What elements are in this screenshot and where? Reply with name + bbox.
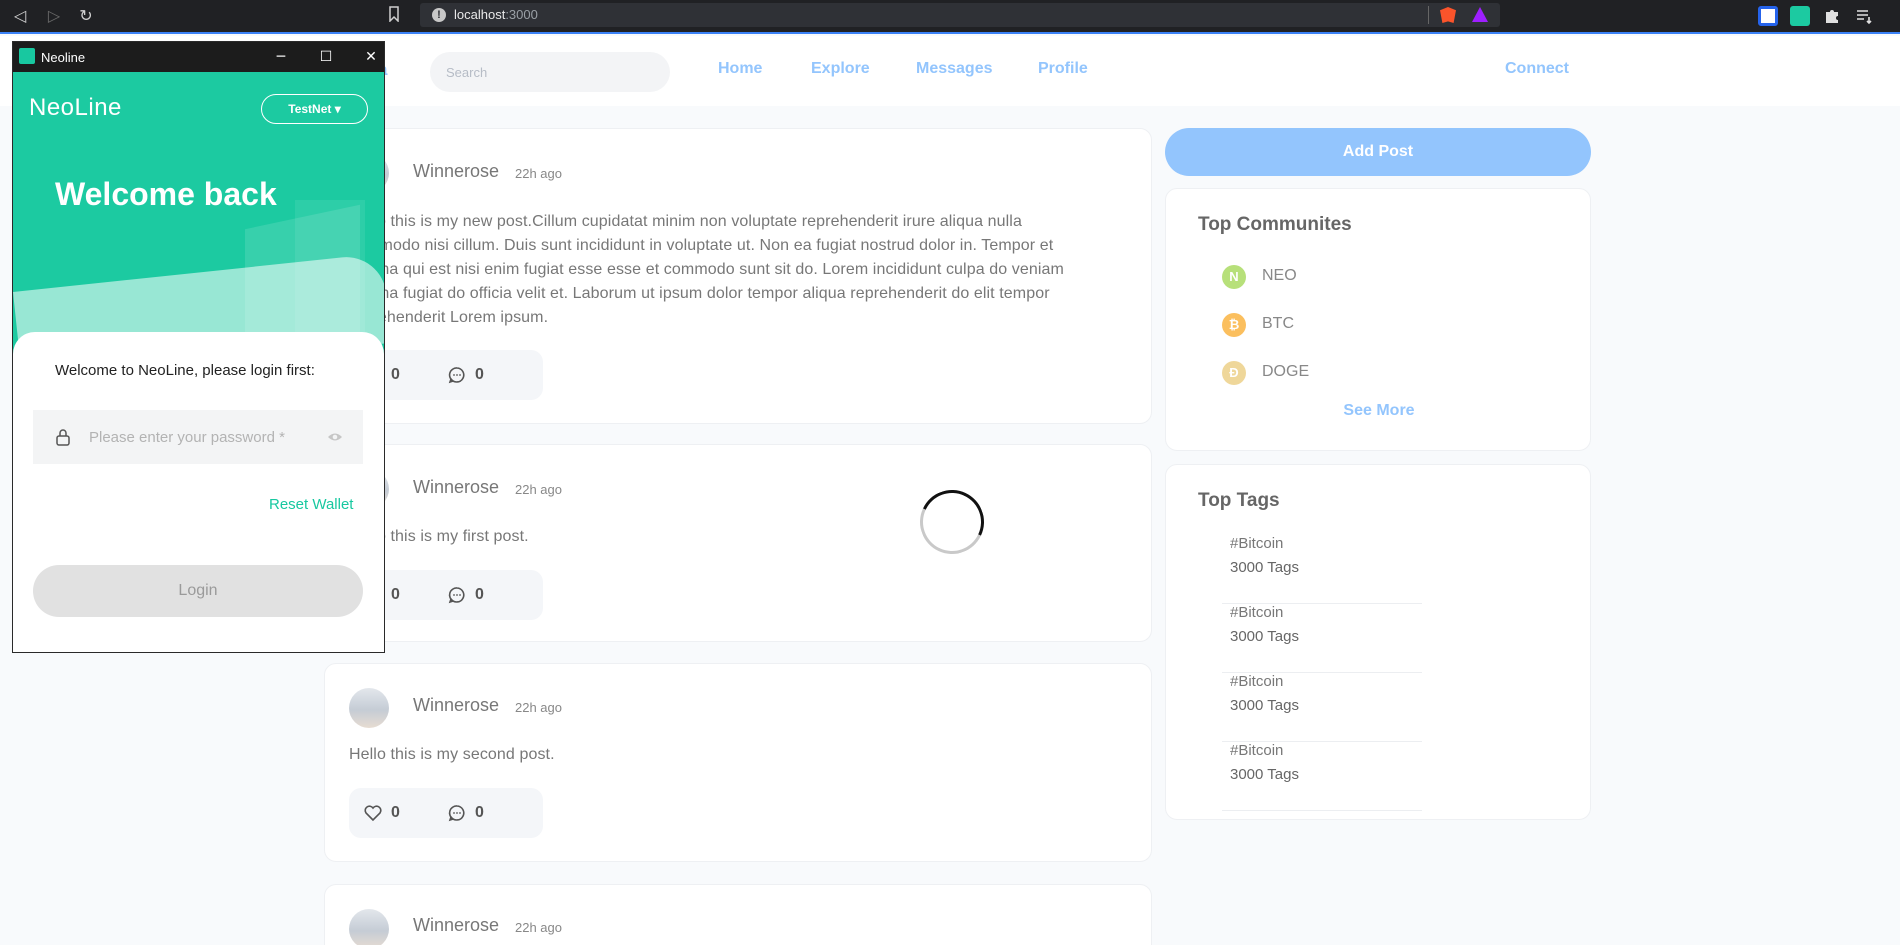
tag-name: #Bitcoin (1230, 673, 1284, 690)
tags-title: Top Tags (1198, 490, 1280, 511)
tag-count: 3000 Tags (1230, 697, 1299, 714)
login-prompt: Welcome to NeoLine, please login first: (55, 362, 315, 379)
post-time: 22h ago (515, 482, 562, 497)
see-more-link[interactable]: See More (1166, 402, 1592, 420)
divider (1428, 6, 1429, 24)
puzzle-icon[interactable] (1822, 6, 1842, 26)
lock-icon (56, 429, 70, 446)
post-card: Winnerose 22h ago Hello this is my secon… (324, 663, 1152, 862)
extension-icon[interactable] (1758, 6, 1778, 26)
tag-item[interactable]: #Bitcoin 3000 Tags (1222, 673, 1422, 742)
like-count: 0 (391, 586, 400, 603)
comment-icon[interactable] (447, 585, 467, 605)
btc-coin-icon: ₿ (1222, 313, 1246, 337)
post-actions: 0 0 (349, 788, 543, 838)
post-author[interactable]: Winnerose (413, 161, 499, 182)
tag-item[interactable]: #Bitcoin 3000 Tags (1222, 742, 1422, 811)
like-count: 0 (391, 804, 400, 821)
address-bar[interactable]: ! localhost:3000 (420, 3, 1500, 27)
brave-rewards-icon[interactable] (1472, 7, 1488, 22)
comment-count: 0 (475, 366, 484, 383)
comment-icon[interactable] (447, 365, 467, 385)
nav-home[interactable]: Home (718, 60, 762, 78)
top-tags-card: Top Tags #Bitcoin 3000 Tags #Bitcoin 300… (1165, 464, 1591, 820)
tag-count: 3000 Tags (1230, 628, 1299, 645)
post-body: Hello this is my first post. (349, 528, 529, 545)
add-post-button[interactable]: Add Post (1165, 128, 1591, 176)
heart-icon[interactable] (363, 803, 383, 823)
tag-count: 3000 Tags (1230, 766, 1299, 783)
popup-title: Neoline (41, 50, 86, 65)
password-input[interactable] (89, 410, 329, 464)
reload-icon[interactable]: ↻ (76, 6, 96, 26)
popup-hero: NeoLine TestNet ▾ Welcome back (13, 72, 384, 362)
communities-title: Top Communites (1198, 214, 1352, 235)
post-card: Winnerose 22h ago (324, 884, 1152, 945)
community-item-doge[interactable]: DOGE (1262, 363, 1309, 381)
reading-list-icon[interactable] (1854, 6, 1874, 26)
forward-icon[interactable]: ▷ (44, 6, 64, 26)
bookmark-icon[interactable] (388, 6, 406, 26)
nav-profile[interactable]: Profile (1038, 60, 1088, 78)
eye-icon[interactable] (327, 430, 343, 444)
password-field[interactable] (33, 410, 363, 464)
post-body: Hello this is my new post.Cillum cupidat… (349, 213, 1064, 326)
browser-toolbar: ◁ ▷ ↻ ! localhost:3000 (0, 0, 1900, 34)
neoline-app-icon (19, 48, 35, 64)
comment-count: 0 (475, 586, 484, 603)
login-panel: Welcome to NeoLine, please login first: … (13, 332, 384, 652)
nav-explore[interactable]: Explore (811, 60, 870, 78)
comment-count: 0 (475, 804, 484, 821)
network-select[interactable]: TestNet ▾ (261, 94, 368, 124)
site-info-icon[interactable]: ! (432, 8, 446, 22)
post-card: Winnerose 22h ago Hello this is my new p… (324, 128, 1152, 424)
tag-name: #Bitcoin (1230, 604, 1284, 621)
comment-icon[interactable] (447, 803, 467, 823)
search-input[interactable] (430, 52, 670, 92)
maximize-icon[interactable]: ☐ (304, 45, 348, 69)
post-card: Winnerose 22h ago Hello this is my first… (324, 444, 1152, 642)
neoline-popup-window: Neoline ─ ☐ ✕ NeoLine TestNet ▾ Welcome … (12, 41, 385, 653)
minimize-icon[interactable]: ─ (259, 45, 303, 69)
like-count: 0 (391, 366, 400, 383)
community-item-btc[interactable]: BTC (1262, 315, 1294, 333)
welcome-heading: Welcome back (55, 176, 277, 212)
reset-wallet-link[interactable]: Reset Wallet (269, 496, 353, 513)
community-item-neo[interactable]: NEO (1262, 267, 1297, 285)
post-time: 22h ago (515, 166, 562, 181)
tag-item[interactable]: #Bitcoin 3000 Tags (1222, 535, 1422, 604)
tag-count: 3000 Tags (1230, 559, 1299, 576)
neo-coin-icon: N (1222, 265, 1246, 289)
url-text[interactable]: localhost:3000 (454, 7, 538, 22)
post-author[interactable]: Winnerose (413, 695, 499, 716)
doge-coin-icon: Ð (1222, 361, 1246, 385)
neoline-extension-icon[interactable] (1790, 6, 1810, 26)
post-author[interactable]: Winnerose (413, 915, 499, 936)
connect-button[interactable]: Connect (1505, 60, 1569, 78)
login-button[interactable]: Login (33, 565, 363, 617)
tag-item[interactable]: #Bitcoin 3000 Tags (1222, 604, 1422, 673)
top-communities-card: Top Communites N NEO ₿ BTC Ð DOGE See Mo… (1165, 188, 1591, 451)
tag-name: #Bitcoin (1230, 742, 1284, 759)
post-author[interactable]: Winnerose (413, 477, 499, 498)
back-icon[interactable]: ◁ (10, 6, 30, 26)
post-time: 22h ago (515, 920, 562, 935)
avatar[interactable] (349, 909, 389, 945)
post-body: Hello this is my second post. (349, 746, 555, 763)
nav-messages[interactable]: Messages (916, 60, 993, 78)
close-icon[interactable]: ✕ (349, 45, 384, 69)
avatar[interactable] (349, 688, 389, 728)
brave-shields-icon[interactable] (1440, 7, 1456, 23)
post-time: 22h ago (515, 700, 562, 715)
neoline-logo: NeoLine (29, 94, 122, 121)
popup-titlebar[interactable]: Neoline ─ ☐ ✕ (13, 42, 384, 72)
tag-name: #Bitcoin (1230, 535, 1284, 552)
